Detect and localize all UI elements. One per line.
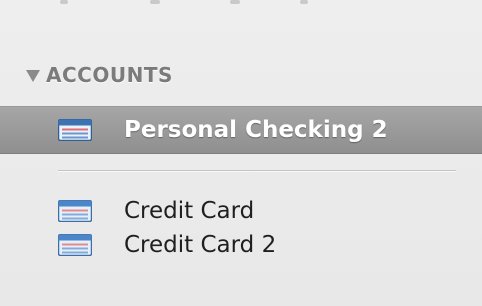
- sidebar-item-credit-card-2[interactable]: Credit Card 2: [0, 229, 482, 261]
- sidebar: ACCOUNTS Personal Checking 2 Credit Card: [0, 0, 482, 306]
- sidebar-item-label: Personal Checking 2: [124, 117, 388, 143]
- section-divider: [58, 170, 456, 172]
- credit-card-icon: [58, 200, 92, 222]
- sidebar-item-label: Credit Card: [124, 198, 255, 224]
- sidebar-item-label: Credit Card 2: [124, 232, 277, 258]
- credit-card-icon: [58, 234, 92, 256]
- section-title: ACCOUNTS: [46, 63, 173, 87]
- accounts-section-header[interactable]: ACCOUNTS: [26, 60, 173, 90]
- sidebar-item-credit-card[interactable]: Credit Card: [0, 195, 482, 227]
- previous-section-remnant: [0, 0, 482, 14]
- checking-account-icon: [58, 119, 92, 141]
- sidebar-item-personal-checking-2[interactable]: Personal Checking 2: [0, 106, 482, 154]
- disclosure-triangle-icon[interactable]: [26, 70, 40, 82]
